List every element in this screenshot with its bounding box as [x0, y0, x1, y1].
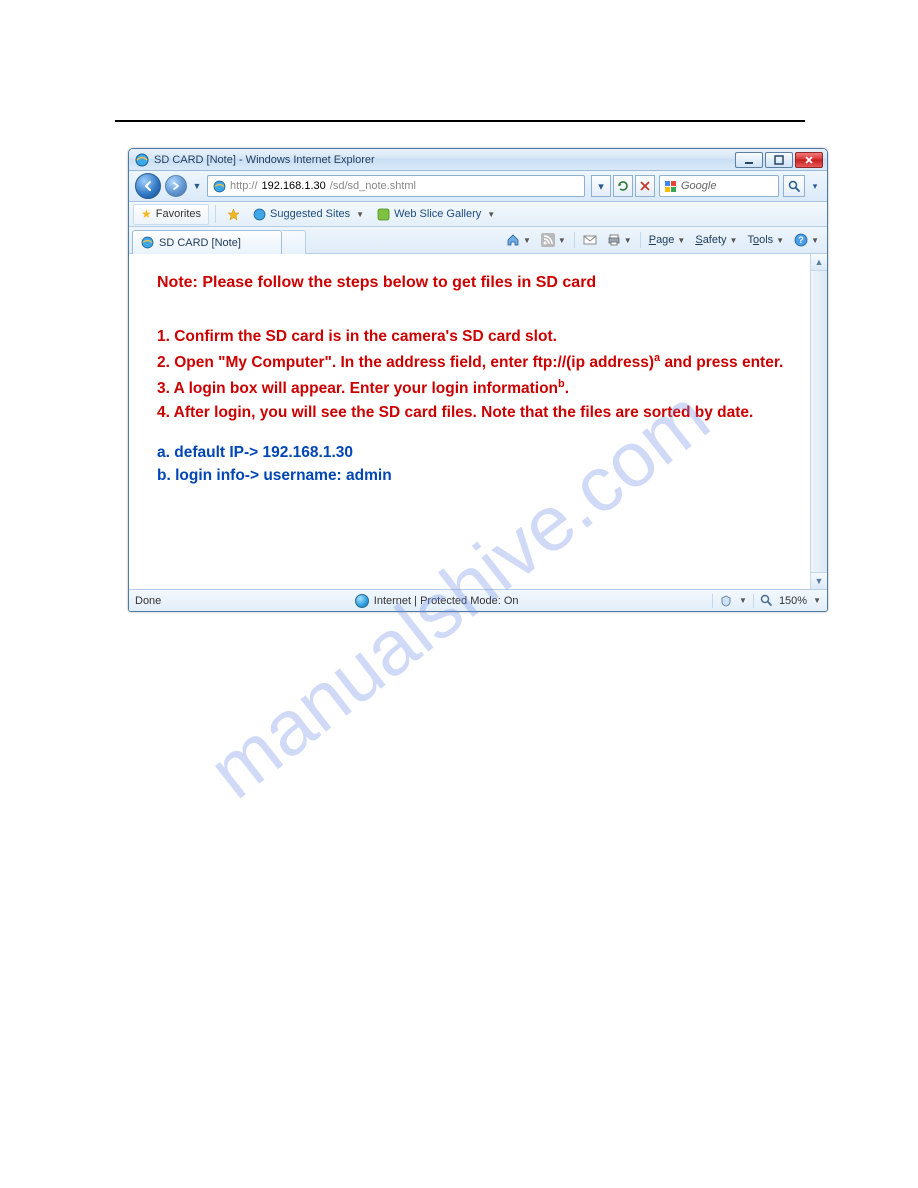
- zone-status: Internet | Protected Mode: On: [161, 594, 712, 608]
- tab-row: SD CARD [Note] ▼ ▼ ▼: [129, 227, 827, 254]
- separator: [753, 594, 754, 608]
- chevron-down-icon: ▼: [776, 236, 784, 245]
- chevron-down-icon: ▼: [356, 210, 364, 219]
- chevron-down-icon: ▼: [558, 236, 566, 245]
- status-text: Done: [135, 595, 161, 607]
- active-tab[interactable]: SD CARD [Note]: [132, 230, 282, 254]
- search-placeholder: Google: [681, 180, 716, 192]
- feeds-button[interactable]: ▼: [537, 230, 570, 250]
- separator: [574, 232, 575, 248]
- svg-text:?: ?: [798, 235, 804, 245]
- read-mail-icon: [583, 233, 597, 247]
- command-bar: ▼ ▼ ▼ Page▼ Safety▼ Tools▼: [498, 227, 827, 253]
- url-scheme: http://: [230, 180, 258, 192]
- window-buttons: [733, 152, 823, 168]
- web-slice-link[interactable]: Web Slice Gallery ▼: [370, 204, 501, 225]
- zone-label: Internet | Protected Mode: On: [374, 595, 519, 607]
- close-button[interactable]: [795, 152, 823, 168]
- minimize-button[interactable]: [735, 152, 763, 168]
- url-host: 192.168.1.30: [262, 180, 326, 192]
- page-menu[interactable]: Page▼: [645, 230, 690, 250]
- zoom-level[interactable]: 150%: [779, 595, 807, 607]
- chevron-down-icon: ▼: [811, 236, 819, 245]
- search-dropdown[interactable]: ▾: [809, 176, 821, 196]
- chevron-down-icon: ▼: [624, 236, 632, 245]
- ie-window: SD CARD [Note] - Windows Internet Explor…: [128, 148, 828, 612]
- status-right: ▼ 150% ▼: [712, 594, 821, 608]
- print-button[interactable]: ▼: [603, 230, 636, 250]
- suggested-sites-label: Suggested Sites: [270, 208, 350, 220]
- webslice-icon: [376, 207, 390, 221]
- suggested-icon: [252, 207, 266, 221]
- separator: [712, 594, 713, 608]
- footnote-b: b. login info-> username: admin: [157, 466, 786, 487]
- star-add-icon: [226, 207, 240, 221]
- scroll-down-arrow[interactable]: ▼: [811, 572, 827, 589]
- tools-menu[interactable]: Tools▼: [743, 230, 788, 250]
- chevron-down-icon: ▼: [677, 236, 685, 245]
- titlebar: SD CARD [Note] - Windows Internet Explor…: [129, 149, 827, 171]
- address-end-buttons: ▾: [591, 175, 655, 197]
- chevron-down-icon: ▼: [487, 210, 495, 219]
- document-page: manualshive.com SD CARD [Note] - Windows…: [0, 0, 918, 1188]
- suggested-sites-link[interactable]: Suggested Sites ▼: [246, 204, 370, 225]
- help-icon: ?: [794, 233, 808, 247]
- rss-icon: [541, 233, 555, 247]
- content-wrapper: Note: Please follow the steps below to g…: [129, 254, 827, 589]
- add-to-favorites-bar[interactable]: [220, 204, 246, 225]
- ie-icon: [135, 153, 149, 167]
- google-icon: [664, 180, 677, 193]
- favorites-button[interactable]: ★ Favorites: [133, 204, 209, 225]
- address-field[interactable]: http:// 192.168.1.30/sd/sd_note.shtml: [207, 175, 585, 197]
- url-path: /sd/sd_note.shtml: [330, 180, 416, 192]
- maximize-button[interactable]: [765, 152, 793, 168]
- zoom-icon[interactable]: [760, 594, 773, 607]
- internet-zone-icon: [355, 594, 369, 608]
- step-1: 1. Confirm the SD card is in the camera'…: [157, 327, 786, 348]
- safety-menu[interactable]: Safety▼: [691, 230, 741, 250]
- separator: [215, 205, 216, 223]
- refresh-button[interactable]: [613, 175, 633, 197]
- star-icon: ★: [141, 207, 152, 221]
- print-icon: [607, 233, 621, 247]
- stop-button[interactable]: [635, 175, 655, 197]
- vertical-scrollbar[interactable]: ▲ ▼: [810, 254, 827, 589]
- chevron-down-icon: ▼: [813, 596, 821, 605]
- chevron-down-icon: ▼: [523, 236, 531, 245]
- ie-page-icon: [141, 236, 154, 249]
- web-slice-label: Web Slice Gallery: [394, 208, 481, 220]
- back-button[interactable]: [135, 173, 161, 199]
- step-2: 2. Open "My Computer". In the address fi…: [157, 351, 786, 374]
- step-4: 4. After login, you will see the SD card…: [157, 403, 786, 424]
- favorites-bar: ★ Favorites Suggested Sites ▼ Web Slice …: [129, 202, 827, 227]
- horizontal-rule: [115, 120, 805, 122]
- nav-history-dropdown[interactable]: ▼: [191, 176, 203, 196]
- help-button[interactable]: ? ▼: [790, 230, 823, 250]
- footnote-a: a. default IP-> 192.168.1.30: [157, 443, 786, 464]
- note-heading: Note: Please follow the steps below to g…: [157, 272, 786, 294]
- tab-label: SD CARD [Note]: [159, 237, 241, 249]
- home-button[interactable]: ▼: [502, 230, 535, 250]
- read-mail-button[interactable]: [579, 230, 601, 250]
- page-icon: [212, 179, 226, 193]
- favorites-label: Favorites: [156, 208, 201, 220]
- step-3: 3. A login box will appear. Enter your l…: [157, 377, 786, 400]
- new-tab-button[interactable]: [282, 230, 306, 254]
- scroll-up-arrow[interactable]: ▲: [811, 254, 827, 271]
- window-title: SD CARD [Note] - Windows Internet Explor…: [154, 154, 733, 166]
- separator: [640, 232, 641, 248]
- chevron-down-icon: ▼: [739, 596, 747, 605]
- forward-button[interactable]: [165, 175, 187, 197]
- status-bar: Done Internet | Protected Mode: On ▼ 150…: [129, 589, 827, 611]
- search-field[interactable]: Google: [659, 175, 779, 197]
- compat-view-button[interactable]: ▾: [591, 175, 611, 197]
- page-content: Note: Please follow the steps below to g…: [129, 254, 810, 589]
- address-bar-row: ▼ http:// 192.168.1.30/sd/sd_note.shtml ▾…: [129, 171, 827, 202]
- chevron-down-icon: ▼: [730, 236, 738, 245]
- protected-mode-icon[interactable]: [719, 594, 733, 608]
- home-icon: [506, 233, 520, 247]
- search-go-button[interactable]: [783, 175, 805, 197]
